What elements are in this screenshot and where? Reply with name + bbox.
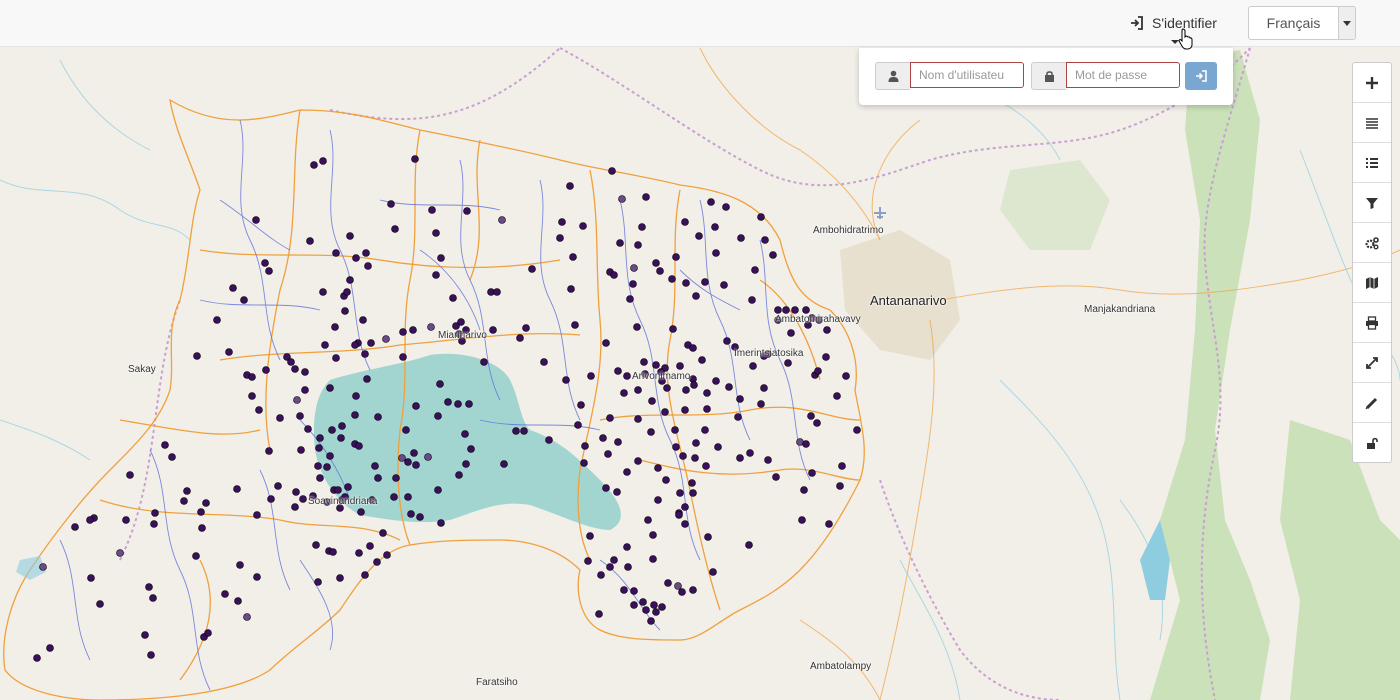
place-label-sakay: Sakay — [128, 364, 156, 375]
map-button[interactable] — [1353, 263, 1391, 303]
user-icon — [875, 62, 910, 90]
language-dropdown-button[interactable] — [1338, 7, 1355, 39]
layers-button[interactable] — [1353, 103, 1391, 143]
place-label-soavinandriana: Soavinandriana — [308, 496, 378, 507]
map-icon — [1366, 276, 1378, 289]
language-label: Français — [1266, 15, 1321, 31]
list-icon — [1366, 157, 1378, 168]
fullscreen-button[interactable] — [1353, 343, 1391, 383]
language-select[interactable]: Français — [1248, 6, 1356, 40]
username-group — [875, 62, 1024, 90]
measure-button[interactable] — [1353, 383, 1391, 423]
layers-icon — [1366, 117, 1378, 129]
place-label-faratsiho: Faratsiho — [476, 677, 518, 688]
chevron-down-icon — [1343, 20, 1351, 26]
filter-button[interactable] — [1353, 183, 1391, 223]
login-submit-button[interactable] — [1185, 62, 1217, 90]
settings-icon — [1365, 236, 1379, 249]
place-label-ambohidratrimo: Ambohidratrimo — [813, 225, 884, 236]
hand-cursor-icon — [1178, 28, 1193, 50]
sign-in-icon — [1131, 16, 1143, 30]
zoom-in-icon — [1366, 76, 1378, 89]
unlock-button[interactable] — [1353, 423, 1391, 462]
list-button[interactable] — [1353, 143, 1391, 183]
place-label-manjakandriana: Manjakandriana — [1084, 304, 1156, 315]
username-input[interactable] — [910, 62, 1024, 88]
place-label-imerintsiatosika: Imerintsiatosika — [734, 348, 804, 359]
print-button[interactable] — [1353, 303, 1391, 343]
settings-button[interactable] — [1353, 223, 1391, 263]
place-label-ambatolampy: Ambatolampy — [810, 661, 872, 672]
map-canvas[interactable] — [0, 0, 1400, 700]
zoom-in-button[interactable] — [1353, 63, 1391, 103]
login-link[interactable]: S'identifier — [1130, 12, 1217, 34]
print-icon — [1366, 315, 1378, 330]
password-input[interactable] — [1066, 62, 1180, 88]
password-group — [1031, 62, 1180, 90]
unlock-icon — [1367, 437, 1378, 449]
fullscreen-icon — [1366, 356, 1378, 369]
place-label-ambatomirahavavy: Ambatomirahavavy — [775, 314, 861, 325]
measure-icon — [1365, 397, 1378, 409]
filter-icon — [1366, 197, 1378, 209]
lock-icon — [1031, 62, 1066, 90]
login-form — [859, 48, 1233, 105]
place-label-miarinarivo: Miarinarivo — [438, 330, 487, 341]
map-toolbar — [1352, 62, 1392, 463]
place-label-antananarivo: Antananarivo — [870, 293, 947, 308]
sign-in-icon — [1196, 70, 1207, 82]
place-label-arivonimamo: Arivonimamo — [632, 371, 691, 382]
